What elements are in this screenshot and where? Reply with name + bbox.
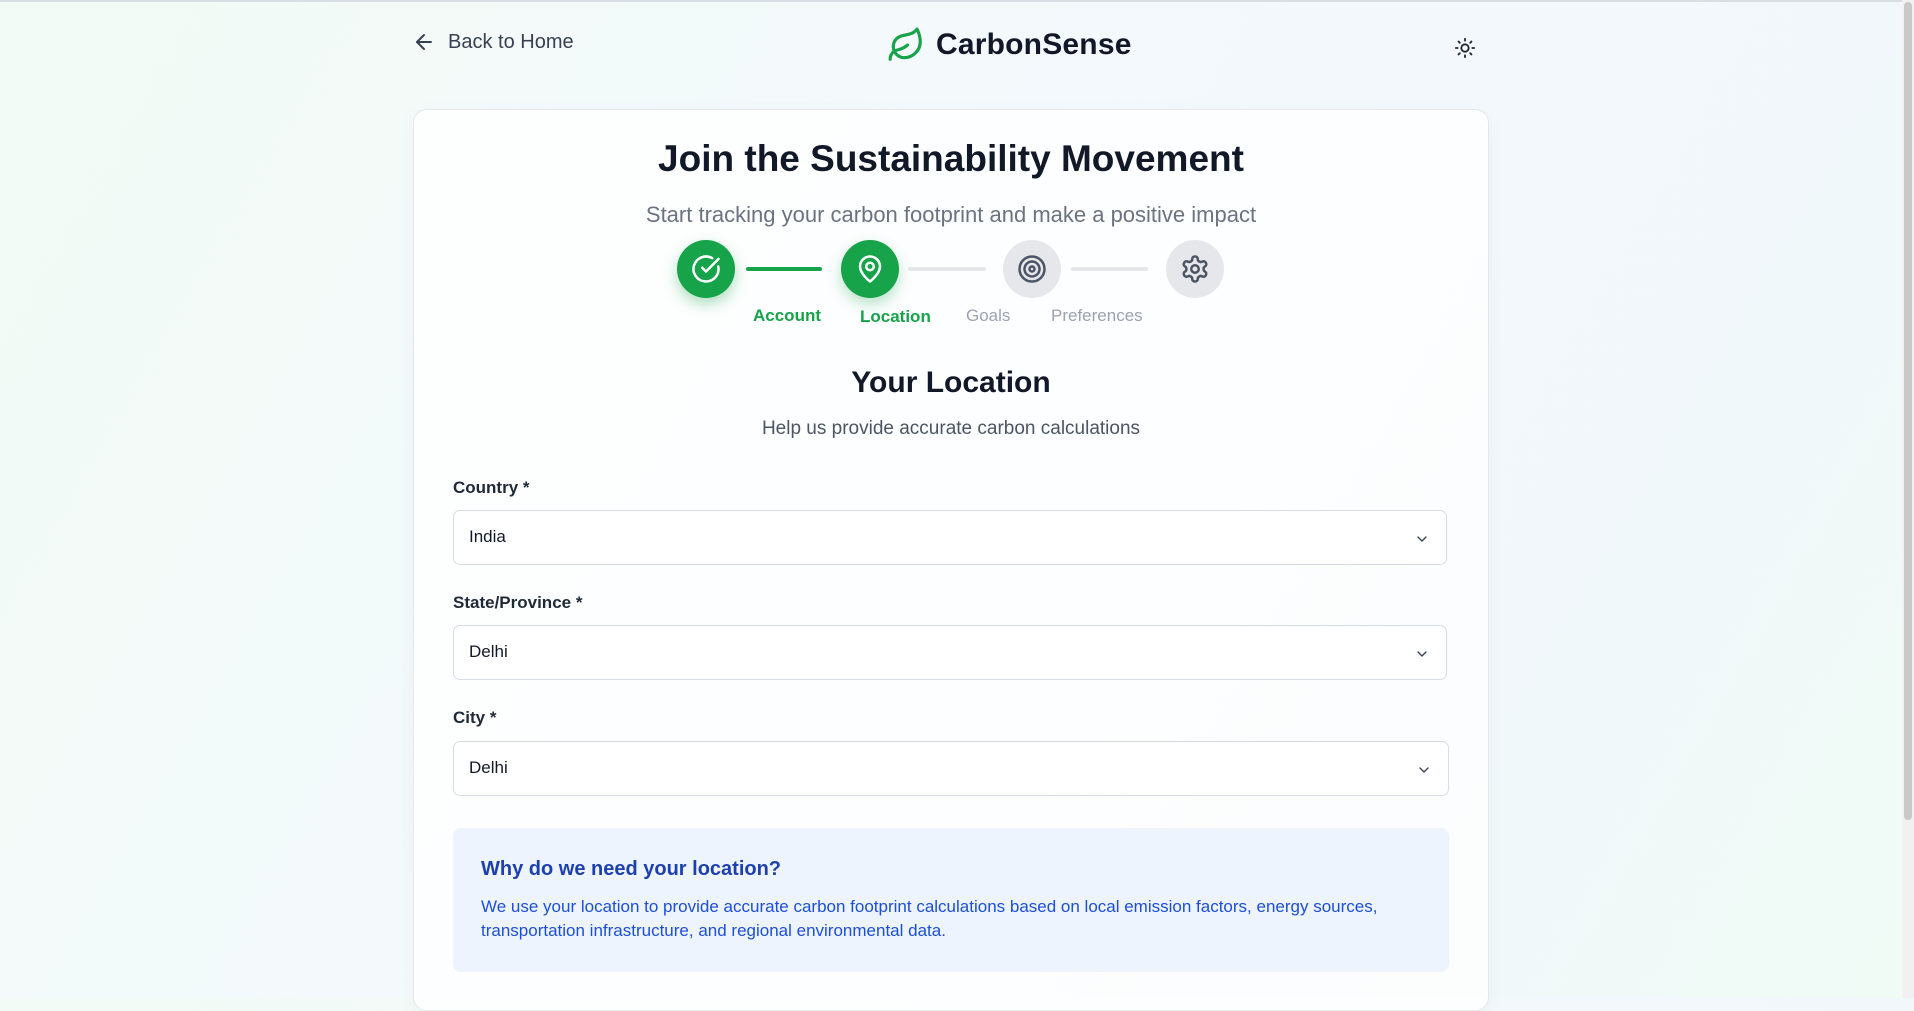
signup-card: Join the Sustainability Movement Start t… xyxy=(413,109,1489,1011)
state-value: Delhi xyxy=(469,642,508,661)
city-select[interactable]: Delhi xyxy=(453,741,1449,796)
info-title: Why do we need your location? xyxy=(481,858,782,880)
step-label-preferences: Preferences xyxy=(1051,306,1143,325)
step-location[interactable] xyxy=(841,240,899,298)
scrollbar-thumb[interactable] xyxy=(1904,2,1912,820)
chevron-down-icon xyxy=(1419,767,1429,773)
city-value: Delhi xyxy=(469,758,508,777)
arrow-left-icon xyxy=(416,34,432,50)
country-select[interactable]: India xyxy=(453,510,1447,565)
step-connector-1 xyxy=(746,267,822,271)
back-to-home-label: Back to Home xyxy=(448,30,574,53)
step-connector-3 xyxy=(1071,267,1148,271)
page-subtitle: Start tracking your carbon footprint and… xyxy=(645,202,1257,227)
top-border xyxy=(0,0,1914,2)
step-label-location: Location xyxy=(860,307,931,326)
state-select[interactable]: Delhi xyxy=(453,625,1447,680)
step-preferences[interactable] xyxy=(1166,240,1224,298)
scrollbar[interactable] xyxy=(1902,0,1914,998)
state-label: State/Province * xyxy=(453,593,583,612)
back-to-home-link[interactable]: Back to Home xyxy=(412,30,574,54)
step-goals[interactable] xyxy=(1003,240,1061,298)
city-label: City * xyxy=(453,708,497,727)
page-title: Join the Sustainability Movement xyxy=(658,138,1244,179)
step-connector-2 xyxy=(908,267,986,271)
sun-icon xyxy=(1454,37,1476,59)
location-info-box: Why do we need your location? We use you… xyxy=(453,828,1449,972)
brand-logo[interactable]: CarbonSense xyxy=(886,26,1132,64)
target-icon xyxy=(1018,255,1046,283)
brand-name: CarbonSense xyxy=(936,28,1132,61)
section-description: Help us provide accurate carbon calculat… xyxy=(761,418,1141,439)
step-account[interactable] xyxy=(677,240,735,298)
map-pin-icon xyxy=(858,255,882,283)
step-label-account: Account xyxy=(753,306,821,325)
info-text: We use your location to provide accurate… xyxy=(481,897,1378,940)
check-circle-icon xyxy=(692,255,720,283)
step-label-goals: Goals xyxy=(966,306,1011,325)
gear-icon xyxy=(1182,255,1208,283)
chevron-down-icon xyxy=(1417,651,1427,657)
chevron-down-icon xyxy=(1417,536,1427,542)
country-label: Country * xyxy=(453,478,530,497)
section-title: Your Location xyxy=(851,366,1051,399)
country-value: India xyxy=(469,527,506,546)
theme-toggle-button[interactable] xyxy=(1449,32,1481,64)
leaf-icon xyxy=(888,27,922,61)
